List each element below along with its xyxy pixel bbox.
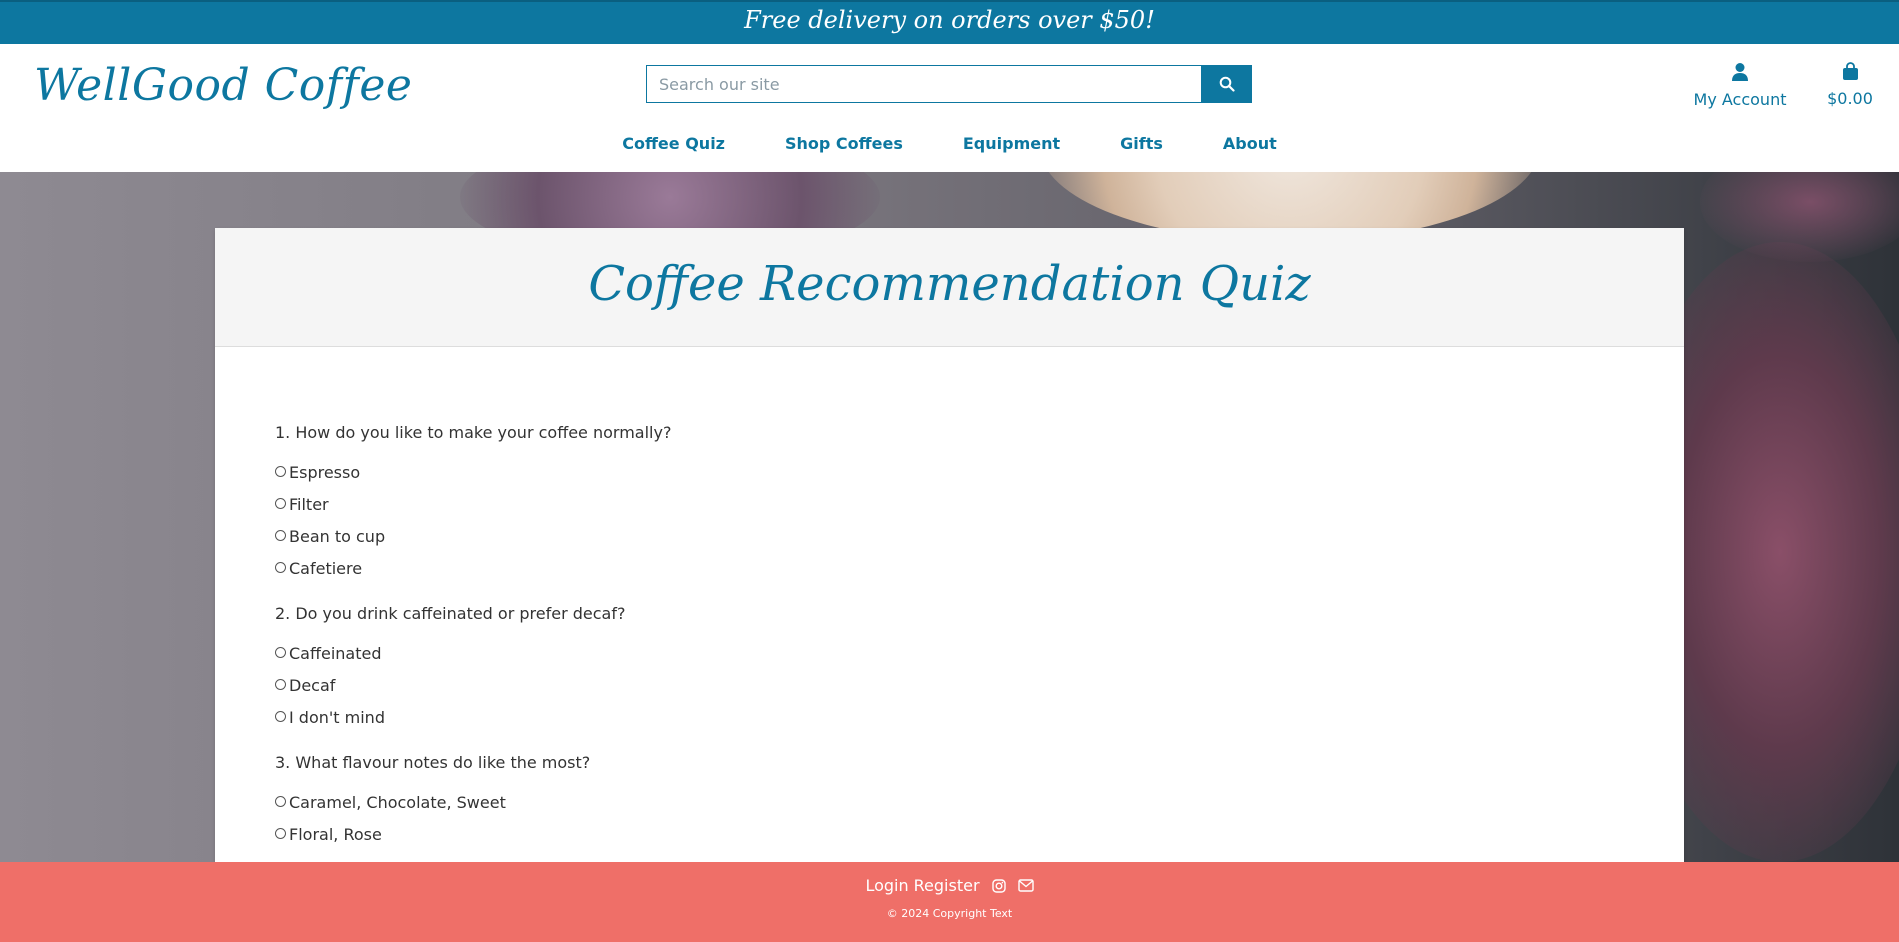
promo-text: Free delivery on orders over $50! (744, 6, 1155, 34)
radio-button[interactable] (275, 465, 286, 477)
cart-total: $0.00 (1827, 89, 1873, 108)
option-label: Caramel, Chocolate, Sweet (289, 792, 506, 812)
quiz-card: Coffee Recommendation Quiz 1. How do you… (215, 228, 1684, 862)
option-label: Floral, Rose (289, 824, 382, 844)
instagram-link[interactable] (991, 878, 1006, 893)
radio-option[interactable]: Espresso (275, 456, 1684, 488)
radio-option[interactable]: Caffeinated (275, 637, 1684, 669)
radio-option[interactable]: Caramel, Chocolate, Sweet (275, 786, 1684, 818)
radio-button[interactable] (275, 497, 286, 509)
radio-option[interactable]: Floral, Rose (275, 818, 1684, 850)
main-nav: Coffee Quiz Shop Coffees Equipment Gifts… (0, 134, 1899, 153)
quiz-form: 1. How do you like to make your coffee n… (215, 347, 1684, 850)
question-group: 2. Do you drink caffeinated or prefer de… (275, 604, 1684, 733)
question-group: 1. How do you like to make your coffee n… (275, 423, 1684, 584)
nav-shop-coffees[interactable]: Shop Coffees (785, 134, 903, 153)
option-label: I don't mind (289, 707, 385, 727)
quiz-header: Coffee Recommendation Quiz (215, 228, 1684, 347)
copyright-text: © 2024 Copyright Text (886, 907, 1013, 920)
option-label: Cafetiere (289, 558, 363, 578)
radio-option[interactable]: Filter (275, 488, 1684, 520)
shopping-bag-icon (1842, 62, 1858, 80)
search-bar (646, 65, 1252, 103)
search-icon (1219, 76, 1235, 92)
footer-links: Login Register (0, 862, 1899, 895)
site-footer: Login Register © 2024 Copyright Text (0, 862, 1899, 942)
question-text: 2. Do you drink caffeinated or prefer de… (275, 604, 626, 623)
radio-button[interactable] (275, 561, 286, 573)
site-header: WellGood Coffee My Account $0.00 Coffee … (0, 44, 1899, 172)
envelope-icon (1017, 879, 1034, 892)
my-account-label: My Account (1693, 90, 1787, 109)
option-label: Bean to cup (289, 526, 386, 546)
option-label: Caffeinated (289, 643, 382, 663)
flower-cluster (1700, 172, 1899, 262)
radio-button[interactable] (275, 827, 286, 839)
radio-button[interactable] (275, 529, 286, 541)
radio-button[interactable] (275, 710, 286, 722)
radio-option[interactable]: I don't mind (275, 701, 1684, 733)
radio-option[interactable]: Cafetiere (275, 552, 1684, 584)
radio-button[interactable] (275, 795, 286, 807)
option-label: Decaf (289, 675, 336, 695)
user-icon (1732, 63, 1748, 81)
question-text: 3. What flavour notes do like the most? (275, 753, 591, 772)
nav-equipment[interactable]: Equipment (963, 134, 1060, 153)
question-text: 1. How do you like to make your coffee n… (275, 423, 672, 442)
promo-banner: Free delivery on orders over $50! (0, 0, 1899, 46)
cart-link[interactable]: $0.00 (1820, 62, 1880, 108)
radio-option[interactable]: Bean to cup (275, 520, 1684, 552)
search-input[interactable] (646, 65, 1202, 103)
register-link[interactable]: Register (914, 876, 980, 895)
search-button[interactable] (1202, 65, 1252, 103)
login-link[interactable]: Login (865, 876, 908, 895)
question-group: 3. What flavour notes do like the most? … (275, 753, 1684, 850)
my-account-link[interactable]: My Account (1690, 62, 1790, 109)
brand-logo[interactable]: WellGood Coffee (34, 60, 412, 111)
radio-button[interactable] (275, 678, 286, 690)
radio-button[interactable] (275, 646, 286, 658)
option-label: Filter (289, 494, 329, 514)
option-label: Espresso (289, 462, 361, 482)
instagram-icon (991, 878, 1006, 893)
radio-option[interactable]: Decaf (275, 669, 1684, 701)
email-link[interactable] (1017, 879, 1034, 892)
page-title: Coffee Recommendation Quiz (588, 256, 1311, 312)
nav-about[interactable]: About (1223, 134, 1277, 153)
nav-coffee-quiz[interactable]: Coffee Quiz (622, 134, 725, 153)
nav-gifts[interactable]: Gifts (1120, 134, 1163, 153)
